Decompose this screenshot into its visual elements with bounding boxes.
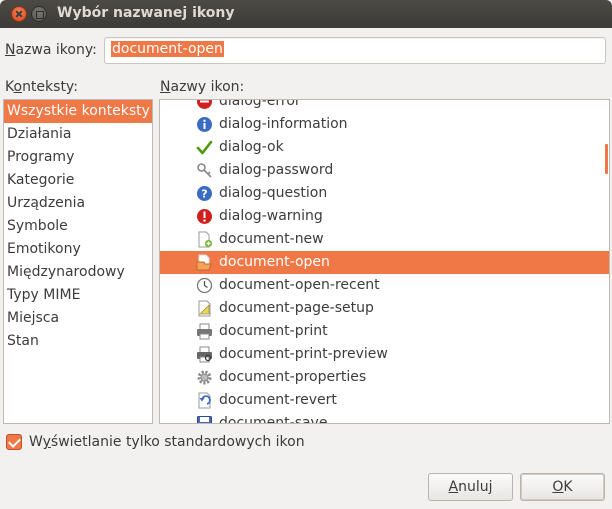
context-item-mime-types[interactable]: Typy MIME <box>4 284 152 307</box>
icon-row-dialog-information[interactable]: dialog-information <box>160 113 609 136</box>
warning-icon <box>197 209 212 224</box>
context-item-places[interactable]: Miejsca <box>4 307 152 330</box>
context-item-devices[interactable]: Urządzenia <box>4 192 152 215</box>
icon-row-dialog-password[interactable]: dialog-password <box>160 159 609 182</box>
revert-icon <box>198 392 211 409</box>
standard-icons-checkbox[interactable] <box>6 434 22 450</box>
icon-name-text: dialog-warning <box>219 208 323 224</box>
open-document-icon <box>196 254 212 271</box>
error-icon <box>197 100 212 109</box>
context-item-categories[interactable]: Kategorie <box>4 169 152 192</box>
close-icon[interactable] <box>11 6 27 22</box>
icon-row-dialog-warning[interactable]: dialog-warning <box>160 205 609 228</box>
cancel-button[interactable]: Anuluj <box>428 473 513 501</box>
icon-row-document-open-recent[interactable]: document-open-recent <box>160 274 609 297</box>
icon-row-dialog-question[interactable]: ? dialog-question <box>160 182 609 205</box>
icon-names-list[interactable]: dialog-error dialog-information dialog-o… <box>159 99 610 424</box>
icon-row-document-open[interactable]: document-open <box>160 251 609 274</box>
icon-name-text: dialog-password <box>219 162 334 178</box>
icon-row-document-save[interactable]: document-save <box>160 412 609 424</box>
icon-name-text: document-open-recent <box>219 277 380 293</box>
context-item-actions[interactable]: Działania <box>4 123 152 146</box>
gear-icon <box>197 370 212 385</box>
maximize-icon[interactable] <box>31 6 47 22</box>
checkmark-icon <box>196 140 213 155</box>
window-title: Wybór nazwanej ikony <box>57 5 235 21</box>
new-document-icon <box>198 231 212 248</box>
title-bar: Wybór nazwanej ikony <box>0 0 612 28</box>
icon-name-text: document-open <box>219 254 330 270</box>
contexts-list[interactable]: Wszystkie konteksty Działania Programy K… <box>3 99 153 424</box>
icon-name-text: dialog-question <box>219 185 328 201</box>
icon-name-text: document-revert <box>219 392 337 408</box>
name-field-label: Nazwa ikony: <box>5 42 97 58</box>
question-icon: ? <box>197 186 212 201</box>
icon-name-text: document-save <box>219 415 328 424</box>
icon-row-document-properties[interactable]: document-properties <box>160 366 609 389</box>
icon-row-document-page-setup[interactable]: document-page-setup <box>160 297 609 320</box>
key-icon <box>197 163 212 178</box>
icon-name-text: document-print <box>219 323 328 339</box>
icon-name-text: document-properties <box>219 369 367 385</box>
icon-name-text: dialog-information <box>219 116 348 132</box>
context-item-emblems[interactable]: Symbole <box>4 215 152 238</box>
icon-name-text: dialog-ok <box>219 139 284 155</box>
icon-row-dialog-ok[interactable]: dialog-ok <box>160 136 609 159</box>
icon-name-text: document-page-setup <box>219 300 374 316</box>
icon-row-document-print[interactable]: document-print <box>160 320 609 343</box>
context-item-emotes[interactable]: Emotikony <box>4 238 152 261</box>
save-icon <box>197 416 212 423</box>
ok-button[interactable]: OK <box>520 473 605 501</box>
icon-row-document-revert[interactable]: document-revert <box>160 389 609 412</box>
icon-names-label: Nazwy ikon: <box>160 79 245 95</box>
context-item-international[interactable]: Międzynarodowy <box>4 261 152 284</box>
page-setup-icon <box>198 300 211 317</box>
svg-text:?: ? <box>201 188 207 201</box>
context-item-all[interactable]: Wszystkie konteksty <box>4 100 152 123</box>
icon-name-text: document-print-preview <box>219 346 388 362</box>
standard-icons-label[interactable]: Wyświetlanie tylko standardowych ikon <box>29 434 305 450</box>
icon-row-dialog-error[interactable]: dialog-error <box>160 99 609 113</box>
info-icon <box>197 117 212 132</box>
icon-row-document-new[interactable]: document-new <box>160 228 609 251</box>
icon-row-document-print-preview[interactable]: document-print-preview <box>160 343 609 366</box>
icon-list-scrollbar[interactable] <box>605 144 608 174</box>
context-item-applications[interactable]: Programy <box>4 146 152 169</box>
print-preview-icon <box>197 346 212 363</box>
icon-name-text: dialog-error <box>219 99 301 109</box>
icon-name-text: document-new <box>219 231 324 247</box>
icon-name-input[interactable]: document-open <box>104 37 606 64</box>
printer-icon <box>197 323 212 340</box>
icon-name-value: document-open <box>111 41 224 57</box>
clock-icon <box>196 277 213 294</box>
contexts-label: Konteksty: <box>5 79 78 95</box>
context-item-status[interactable]: Stan <box>4 330 152 353</box>
